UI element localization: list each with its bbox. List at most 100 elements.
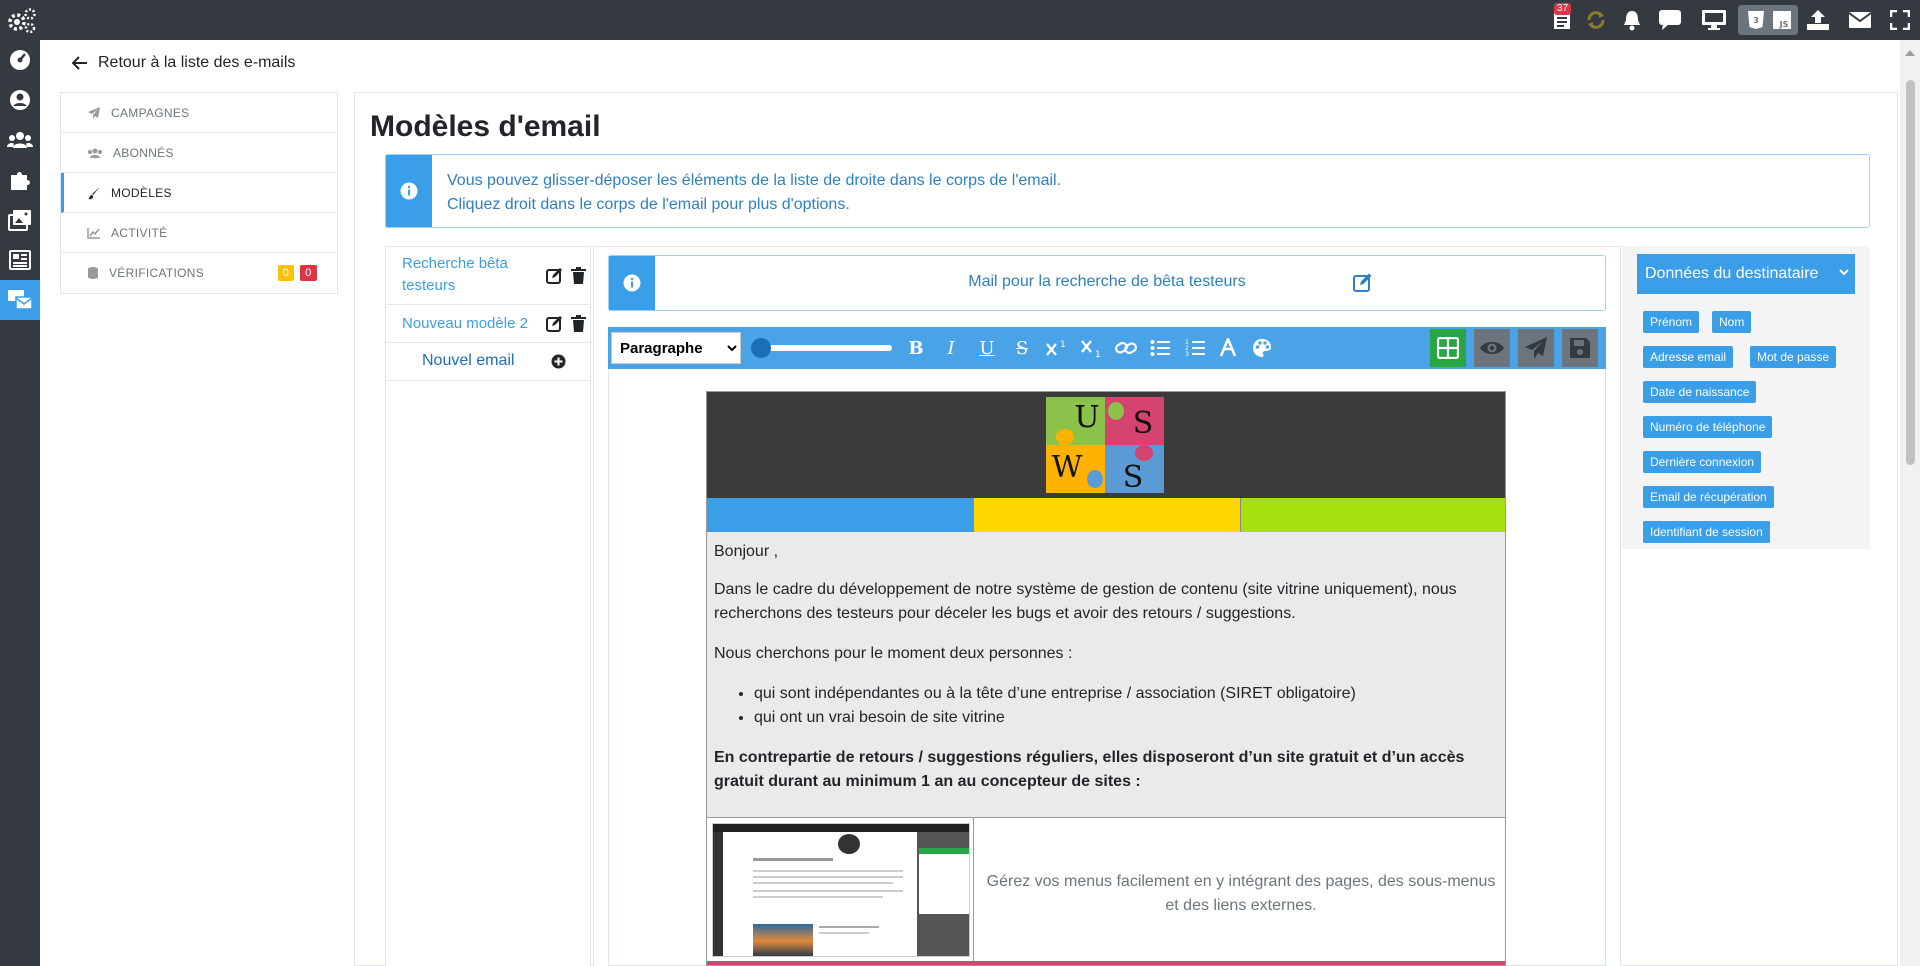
color-bar-pink [707,961,1505,965]
bell-icon[interactable] [1618,8,1646,32]
email-body[interactable]: U S W S Bonjour , Dans le cadre du dével… [706,391,1506,966]
email-header: U S W S [707,392,1505,498]
preview-eye-icon[interactable] [1474,329,1510,367]
tag-adresse-email[interactable]: Adresse email [1643,346,1734,368]
desktop-icon[interactable] [1700,8,1728,32]
template-item[interactable]: Recherche bêta testeurs [386,247,590,305]
svg-text:JS: JS [1779,20,1789,29]
sync-icon[interactable] [1582,8,1610,32]
email-paragraph: Dans le cadre du développement de notre … [714,581,1457,622]
save-icon[interactable] [1562,329,1598,367]
grid-icon[interactable] [1430,329,1466,367]
users-icon [88,148,102,158]
editor-toolbar: Paragraphe B I U S 1 1 123 [608,327,1606,369]
js-icon[interactable]: JS [1768,8,1796,32]
email-greeting: Bonjour , [714,543,779,560]
nav-item-verifications[interactable]: VÉRIFICATIONS 3967 0 0 [61,253,337,293]
verif-count-warning: 0 [277,265,295,281]
paper-plane-icon [88,106,100,119]
tag-identifiant-de-session[interactable]: Identifiant de session [1643,521,1770,543]
recipient-data-dropdown[interactable]: Données du destinataire [1637,254,1855,294]
nav-item-label: VÉRIFICATIONS [109,266,205,280]
back-link-label: Retour à la liste des e-mails [98,54,296,71]
color-bar-green [1241,498,1505,532]
tag-prenom[interactable]: Prénom [1643,311,1700,333]
size-slider-track[interactable] [756,345,892,351]
tag-nom[interactable]: Nom [1712,311,1752,333]
edit-subject-icon[interactable] [1353,272,1373,292]
send-icon[interactable] [1518,329,1554,367]
template-list: Recherche bêta testeurs Nouveau modèle 2… [385,246,591,966]
email-bullet: qui sont indépendantes ou à la tête d’un… [754,682,1500,706]
palette-icon[interactable] [1248,335,1276,361]
user-icon[interactable] [0,80,40,120]
trash-icon[interactable] [571,267,586,284]
text-color-icon[interactable] [1214,335,1242,361]
email-subject-box: Mail pour la recherche de bêta testeurs [608,255,1606,311]
bold-icon[interactable]: B [902,335,930,361]
edit-icon[interactable] [546,267,563,284]
email-text-block[interactable]: Bonjour , Dans le cadre du développement… [707,532,1505,817]
email-subject: Mail pour la recherche de bêta testeurs [968,273,1246,290]
chevron-down-icon [1839,269,1849,276]
email-paragraph: Nous cherchons pour le moment deux perso… [714,645,1073,662]
tag-mot-de-passe[interactable]: Mot de passe [1750,346,1837,368]
nav-item-abonnes[interactable]: ABONNÉS [61,133,337,173]
recipient-data-panel: Données du destinataire Prénom Nom Adres… [1622,246,1870,549]
usws-puzzle-logo: U S W S [1046,397,1164,493]
nav-item-activite[interactable]: ACTIVITÉ [61,213,337,253]
format-select[interactable]: Paragraphe [611,332,741,364]
size-slider-handle[interactable] [751,338,771,358]
trash-icon[interactable] [571,315,586,332]
logo-letter: S [1133,406,1154,441]
template-name[interactable]: Nouveau modèle 2 [402,313,528,335]
template-name[interactable]: Recherche bêta testeurs [402,253,522,297]
numbered-list-icon[interactable]: 123 [1181,335,1209,361]
upload-icon[interactable] [1804,8,1832,32]
newspaper-icon[interactable] [0,240,40,280]
color-bar-blue [707,498,974,532]
italic-icon[interactable]: I [937,335,965,361]
tag-derniere-connexion[interactable]: Dernière connexion [1643,451,1762,473]
images-icon[interactable] [0,200,40,240]
mail-bulk-icon[interactable] [0,280,40,320]
notification-badge: 37 [1554,3,1572,15]
info-banner: Vous pouvez glisser-déposer les éléments… [385,154,1870,228]
nav-item-campagnes[interactable]: CAMPAGNES [61,93,337,133]
plus-circle-icon [551,354,566,369]
cms-screenshot-thumbnail [712,823,970,957]
users-icon[interactable] [0,120,40,160]
color-bar-yellow [974,498,1241,532]
puzzle-icon[interactable] [0,160,40,200]
dashboard-icon[interactable] [0,40,40,80]
paint-brush-icon [88,186,100,199]
tag-numero-de-telephone[interactable]: Numéro de téléphone [1643,416,1773,438]
strikethrough-icon[interactable]: S [1008,335,1036,361]
page-scrollbar[interactable] [1900,40,1920,966]
new-email-label: Nouvel email [422,352,515,369]
nav-item-modeles[interactable]: MODÈLES [61,173,337,213]
chat-icon[interactable] [1656,8,1684,32]
tag-date-de-naissance[interactable]: Date de naissance [1643,381,1757,403]
feature-row: Gérez vos menus facilement en y intégran… [707,817,1505,962]
subscript-icon[interactable]: 1 [1077,335,1105,361]
superscript-icon[interactable]: 1 [1042,335,1070,361]
svg-text:3: 3 [1753,16,1759,25]
back-to-list-link[interactable]: Retour à la liste des e-mails [72,54,295,72]
svg-text:1: 1 [1095,350,1101,358]
bullet-list-icon[interactable] [1146,335,1174,361]
template-item[interactable]: Nouveau modèle 2 [386,305,590,343]
side-rail [0,40,40,966]
gears-icon[interactable] [6,6,38,34]
tag-email-de-recuperation[interactable]: Email de récupération [1643,486,1774,508]
new-email-button[interactable]: Nouvel email [386,343,590,381]
expand-icon[interactable] [1886,8,1914,32]
underline-icon[interactable]: U [973,335,1001,361]
mail-icon[interactable] [1846,8,1874,32]
scrollbar-thumb[interactable] [1906,80,1915,465]
link-icon[interactable] [1112,335,1140,361]
css3-icon[interactable]: 3 [1742,8,1770,32]
logo-letter: U [1074,400,1099,435]
scroll-up-icon[interactable] [1905,50,1915,56]
edit-icon[interactable] [546,315,563,332]
